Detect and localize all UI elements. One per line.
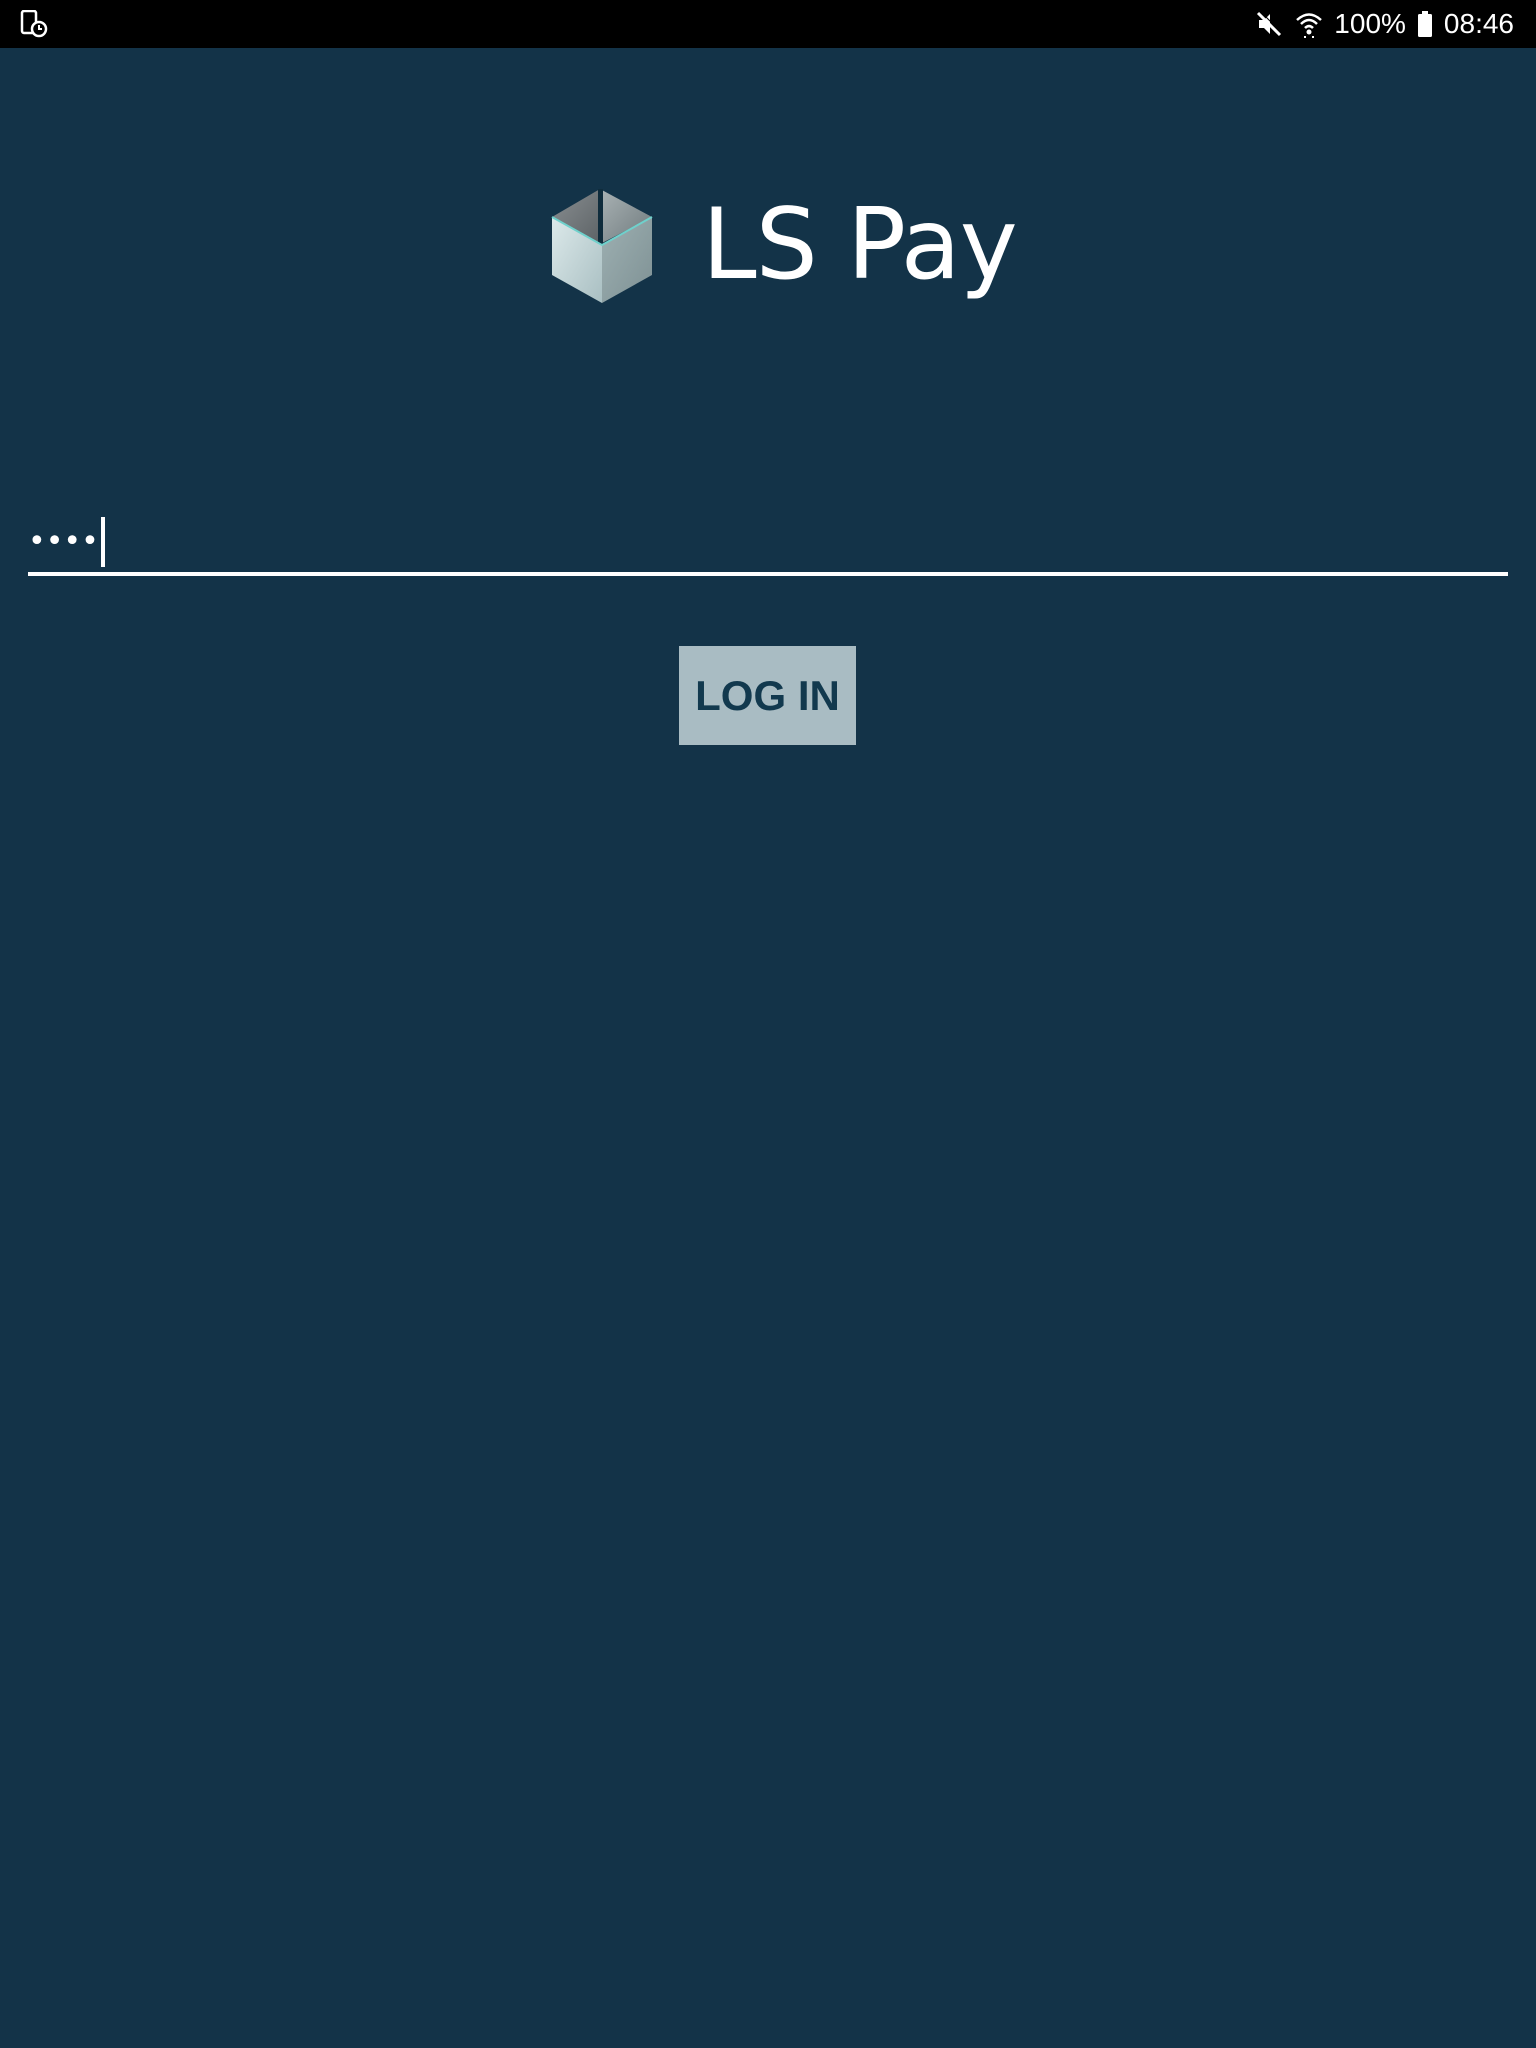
screen-timer-icon — [20, 9, 48, 38]
battery-icon — [1416, 9, 1434, 39]
app-logo: LS Pay — [550, 186, 1018, 304]
wifi-icon — [1294, 9, 1324, 39]
app-title: LS Pay — [702, 188, 1018, 302]
status-indicators: 100% 08:46 — [1254, 0, 1514, 48]
text-cursor — [100, 517, 105, 567]
status-bar: 100% 08:46 — [0, 0, 1536, 48]
login-button[interactable]: LOG IN — [679, 646, 856, 745]
battery-percentage: 100% — [1334, 8, 1406, 39]
mute-icon — [1254, 9, 1284, 39]
password-input[interactable]: •••• — [28, 512, 1508, 576]
password-value: •••• — [28, 524, 99, 559]
cube-logo-icon — [550, 187, 654, 303]
clock: 08:46 — [1443, 8, 1514, 39]
